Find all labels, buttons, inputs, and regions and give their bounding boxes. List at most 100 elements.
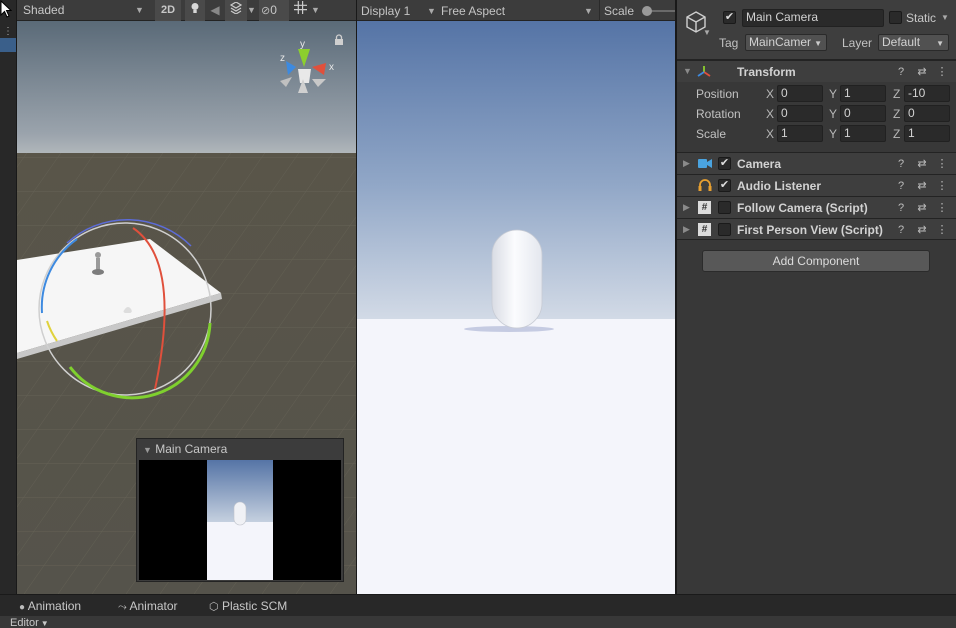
scale-x-field[interactable]: 1 (777, 125, 823, 142)
rotation-y-field[interactable]: 0 (840, 105, 886, 122)
tab-animation[interactable]: ● Animation (19, 599, 81, 613)
presets-icon[interactable]: ⇄ (916, 66, 928, 78)
scale-label[interactable]: Scale (696, 127, 726, 141)
foldout-collapsed-icon[interactable]: ▶ (683, 202, 690, 213)
presets-icon[interactable]: ⇄ (916, 224, 928, 236)
context-menu-icon[interactable]: ⋮ (936, 66, 948, 78)
toggle-2d-label: 2D (160, 3, 176, 16)
layer-dropdown[interactable]: Default ▼ (878, 34, 949, 51)
help-icon[interactable]: ? (895, 66, 907, 78)
static-dropdown-icon[interactable]: ▼ (941, 13, 949, 22)
animator-icon: ⤳ (118, 601, 127, 613)
editor-dropdown[interactable]: Editor ▼ (10, 616, 49, 628)
effects-toggle-icon[interactable] (225, 0, 247, 21)
hidden-objects-toggle[interactable]: ⊘0 (259, 0, 289, 21)
help-icon[interactable]: ? (895, 224, 907, 236)
rotation-z-label[interactable]: Z (893, 107, 900, 121)
position-z-field[interactable]: -10 (904, 85, 950, 102)
bottom-tab-bar: ● Animation ⤳ Animator ⬡ Plastic SCM (0, 594, 956, 616)
context-menu-icon[interactable]: ⋮ (936, 158, 948, 170)
chevron-down-icon: ▼ (427, 6, 436, 16)
camera-title: Camera (737, 157, 782, 171)
left-panel-strip: ⋮ (0, 0, 17, 594)
grid-dropdown-icon[interactable]: ▼ (311, 0, 323, 21)
help-icon[interactable]: ? (895, 202, 907, 214)
aspect-dropdown[interactable]: Free Aspect ▼ (441, 4, 597, 18)
object-name-field[interactable]: Main Camera (742, 9, 884, 27)
audio-listener-enabled-checkbox[interactable]: ✔ (718, 179, 731, 192)
foldout-expanded-icon[interactable]: ▼ (683, 66, 692, 76)
chevron-down-icon: ▼ (40, 619, 49, 628)
audio-listener-title: Audio Listener (737, 179, 822, 193)
rotation-x-label[interactable]: X (766, 107, 774, 121)
first-person-view-title: First Person View (Script) (737, 223, 883, 237)
icon-dropdown-icon[interactable]: ▼ (703, 28, 711, 37)
scene-toolbar: Shaded ▼ 2D ◀ ▼ ⊘0 ▼ (17, 0, 356, 21)
scale-z-label[interactable]: Z (893, 127, 900, 141)
rotation-y-label[interactable]: Y (829, 107, 837, 121)
camera-icon (698, 158, 712, 172)
display-dropdown[interactable]: Display 1 ▼ (361, 4, 439, 18)
audio-toggle-icon[interactable]: ◀ (205, 0, 225, 21)
hidden-count: 0 (270, 2, 277, 17)
presets-icon[interactable]: ⇄ (916, 158, 928, 170)
rotation-z-field[interactable]: 0 (904, 105, 950, 122)
help-icon[interactable]: ? (895, 158, 907, 170)
context-menu-icon[interactable]: ⋮ (936, 224, 948, 236)
scale-z-field[interactable]: 1 (904, 125, 950, 142)
camera-preview-render (139, 460, 341, 580)
editor-label: Editor (10, 617, 39, 628)
first-person-view-enabled-checkbox[interactable] (718, 223, 731, 236)
static-checkbox[interactable] (889, 11, 902, 24)
camera-preview-window: ▼ Main Camera (136, 438, 344, 582)
active-checkbox[interactable]: ✔ (723, 11, 736, 24)
help-icon[interactable]: ? (895, 180, 907, 192)
toggle-2d-button[interactable]: 2D (155, 0, 181, 21)
rotation-label[interactable]: Rotation (696, 107, 741, 121)
tab-plastic-scm[interactable]: ⬡ Plastic SCM (209, 599, 287, 613)
chevron-down-icon[interactable]: ▼ (135, 0, 151, 21)
lighting-toggle-icon[interactable] (185, 0, 205, 21)
scale-y-label[interactable]: Y (829, 127, 837, 141)
follow-camera-header[interactable]: ▶ # Follow Camera (Script) ? ⇄ ⋮ (677, 196, 956, 218)
scale-slider-thumb[interactable] (642, 6, 652, 16)
foldout-collapsed-icon[interactable]: ▶ (683, 158, 690, 169)
tab-plastic-scm-label: Plastic SCM (221, 599, 288, 613)
foldout-icon[interactable]: ▼ (143, 445, 152, 455)
rotation-x-field[interactable]: 0 (777, 105, 823, 122)
chevron-down-icon: ▼ (584, 6, 593, 16)
context-menu-icon[interactable]: ⋮ (936, 180, 948, 192)
shading-mode-dropdown[interactable]: Shaded (17, 0, 135, 21)
effects-dropdown-icon[interactable]: ▼ (247, 0, 259, 21)
chevron-down-icon: ▼ (936, 39, 944, 48)
camera-component-header[interactable]: ▶ ✔ Camera ? ⇄ ⋮ (677, 152, 956, 174)
position-y-label[interactable]: Y (829, 87, 837, 101)
position-y-field[interactable]: 1 (840, 85, 886, 102)
transform-header[interactable]: ▼ Transform ? ⇄ ⋮ (677, 60, 956, 82)
position-x-label[interactable]: X (766, 87, 774, 101)
game-view[interactable] (357, 21, 675, 594)
aspect-label: Free Aspect (441, 4, 506, 18)
scale-row: Scale X 1 Y 1 Z 1 (677, 124, 956, 144)
camera-enabled-checkbox[interactable]: ✔ (718, 157, 731, 170)
tag-dropdown[interactable]: MainCamer ▼ (745, 34, 827, 51)
presets-icon[interactable]: ⇄ (916, 202, 928, 214)
presets-icon[interactable]: ⇄ (916, 180, 928, 192)
position-z-label[interactable]: Z (893, 87, 900, 101)
add-component-button[interactable]: Add Component (702, 250, 930, 272)
audio-listener-header[interactable]: ✔ Audio Listener ? ⇄ ⋮ (677, 174, 956, 196)
selected-indicator (0, 38, 16, 52)
scene-view[interactable]: y x z ▼ Main Camera (17, 21, 356, 594)
context-menu-icon[interactable]: ⋮ (936, 202, 948, 214)
foldout-collapsed-icon[interactable]: ▶ (683, 224, 690, 235)
position-x-field[interactable]: 0 (777, 85, 823, 102)
first-person-view-header[interactable]: ▶ # First Person View (Script) ? ⇄ ⋮ (677, 218, 956, 240)
more-options-icon[interactable]: ⋮ (3, 26, 13, 38)
tab-animator[interactable]: ⤳ Animator (118, 599, 178, 614)
grid-toggle-icon[interactable] (289, 0, 311, 21)
shading-mode-label: Shaded (23, 2, 65, 17)
position-label[interactable]: Position (696, 87, 739, 101)
scale-x-label[interactable]: X (766, 127, 774, 141)
scale-y-field[interactable]: 1 (840, 125, 886, 142)
follow-camera-enabled-checkbox[interactable] (718, 201, 731, 214)
